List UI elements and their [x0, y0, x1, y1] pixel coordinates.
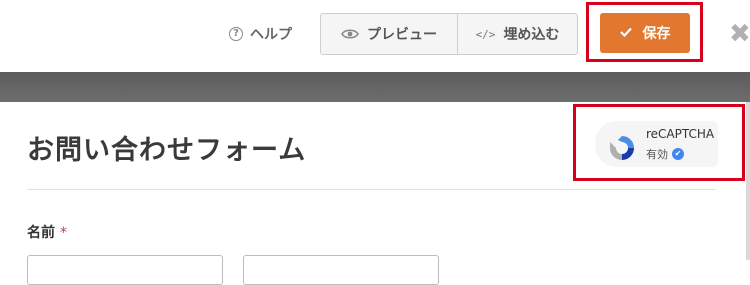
- eye-icon: [341, 29, 359, 39]
- verified-check-icon: ✔: [672, 148, 684, 160]
- preview-embed-group: プレビュー </> 埋め込む: [320, 13, 578, 55]
- title-divider: [27, 189, 716, 190]
- overlay-band: [0, 72, 750, 102]
- preview-label: プレビュー: [367, 27, 437, 43]
- name-label-text: 名前: [27, 225, 55, 241]
- name-field-label: 名前 *: [27, 222, 67, 242]
- save-label: 保存: [642, 26, 671, 42]
- recaptcha-status: 有効 ✔: [646, 146, 684, 162]
- question-circle-icon: ?: [229, 27, 243, 41]
- embed-label: 埋め込む: [503, 27, 560, 43]
- help-link[interactable]: ? ヘルプ: [229, 24, 292, 44]
- recaptcha-name: reCAPTCHA: [646, 127, 715, 141]
- checkmark-icon: [619, 25, 632, 41]
- close-icon[interactable]: ✖: [729, 21, 750, 47]
- recaptcha-logo-icon: [610, 136, 634, 160]
- help-label: ヘルプ: [250, 27, 292, 43]
- form-title[interactable]: お問い合わせフォーム: [27, 128, 306, 167]
- embed-button[interactable]: </> 埋め込む: [458, 14, 577, 54]
- recaptcha-status-label: 有効: [646, 148, 668, 161]
- code-icon: </>: [475, 27, 496, 41]
- panel-scroll-edge: [746, 102, 750, 260]
- builder-toolbar: ? ヘルプ プレビュー </> 埋め込む 保存 ✖: [0, 0, 750, 72]
- save-button[interactable]: 保存: [600, 13, 690, 53]
- required-marker: *: [60, 225, 67, 241]
- preview-button[interactable]: プレビュー: [321, 14, 458, 54]
